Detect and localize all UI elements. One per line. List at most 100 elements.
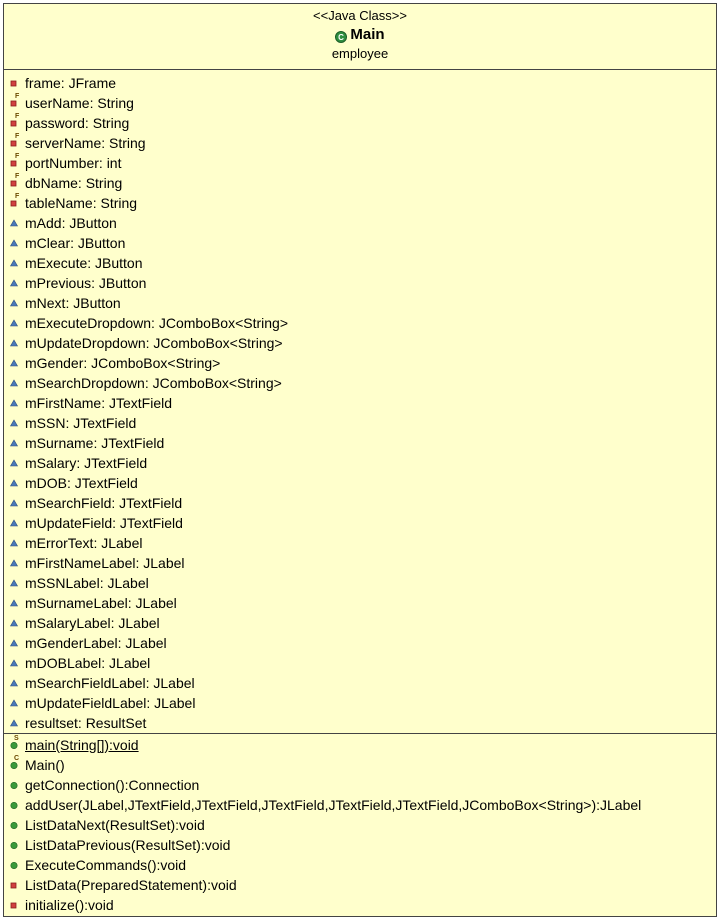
package-visibility-icon: [10, 277, 20, 289]
method-row: addUser(JLabel,JTextField,JTextField,JTe…: [4, 795, 716, 815]
package-visibility-icon: [10, 357, 20, 369]
field-row: FserverName: String: [4, 133, 716, 153]
final-marker-icon: F: [15, 113, 20, 120]
public-visibility-icon: [10, 839, 20, 851]
method-row: ListDataPrevious(ResultSet):void: [4, 835, 716, 855]
package-visibility-icon: [10, 217, 20, 229]
field-text: portNumber: int: [25, 155, 122, 171]
class-icon: C: [335, 29, 348, 43]
method-text: ListData(PreparedStatement):void: [25, 877, 237, 893]
private-visibility-icon: F: [10, 113, 20, 129]
field-row: FuserName: String: [4, 93, 716, 113]
field-text: mGenderLabel: JLabel: [25, 635, 167, 651]
field-text: mUpdateDropdown: JComboBox<String>: [25, 335, 283, 351]
class-header: <<Java Class>> C Main employee: [4, 4, 716, 70]
field-text: mNext: JButton: [25, 295, 121, 311]
package-visibility-icon: [10, 617, 20, 629]
field-row: mExecute: JButton: [4, 253, 716, 273]
field-row: mGender: JComboBox<String>: [4, 353, 716, 373]
package-visibility-icon: [10, 237, 20, 249]
method-text: Main(): [25, 757, 65, 773]
package-visibility-icon: [10, 557, 20, 569]
private-visibility-icon: [10, 879, 20, 891]
field-text: mAdd: JButton: [25, 215, 117, 231]
field-text: tableName: String: [25, 195, 138, 211]
package-visibility-icon: [10, 417, 20, 429]
method-row: getConnection():Connection: [4, 775, 716, 795]
field-text: mSalaryLabel: JLabel: [25, 615, 160, 631]
field-row: mFirstNameLabel: JLabel: [4, 553, 716, 573]
field-text: mDOBLabel: JLabel: [25, 655, 151, 671]
package-visibility-icon: [10, 497, 20, 509]
package-visibility-icon: [10, 697, 20, 709]
field-text: mSurnameLabel: JLabel: [25, 595, 177, 611]
field-text: mClear: JButton: [25, 235, 126, 251]
field-text: mSurname: JTextField: [25, 435, 165, 451]
field-row: mExecuteDropdown: JComboBox<String>: [4, 313, 716, 333]
field-row: mSalaryLabel: JLabel: [4, 613, 716, 633]
method-row: ListData(PreparedStatement):void: [4, 875, 716, 895]
package-visibility-icon: [10, 517, 20, 529]
field-row: mSearchField: JTextField: [4, 493, 716, 513]
field-row: mDOB: JTextField: [4, 473, 716, 493]
field-row: mSearchFieldLabel: JLabel: [4, 673, 716, 693]
field-row: mGenderLabel: JLabel: [4, 633, 716, 653]
class-package: employee: [331, 46, 389, 61]
field-text: mSearchFieldLabel: JLabel: [25, 675, 195, 691]
method-text: getConnection():Connection: [25, 777, 200, 793]
final-marker-icon: F: [15, 93, 20, 100]
constructor-marker-icon: C: [14, 755, 20, 762]
final-marker-icon: F: [15, 193, 20, 200]
field-row: FtableName: String: [4, 193, 716, 213]
class-stereotype: <<Java Class>>: [313, 8, 407, 23]
method-text: addUser(JLabel,JTextField,JTextField,JTe…: [25, 797, 642, 813]
package-visibility-icon: [10, 377, 20, 389]
methods-compartment: Smain(String[]):void C Main() getConnection…: [4, 734, 716, 915]
method-text: initialize():void: [25, 897, 114, 913]
field-row: resultset: ResultSet: [4, 713, 716, 733]
fields-compartment: frame: JFrame FuserName: String Fpassword:…: [4, 70, 716, 734]
field-text: mExecute: JButton: [25, 255, 143, 271]
package-visibility-icon: [10, 477, 20, 489]
method-row: initialize():void: [4, 895, 716, 915]
field-text: dbName: String: [25, 175, 123, 191]
method-text: ListDataPrevious(ResultSet):void: [25, 837, 231, 853]
private-visibility-icon: [10, 899, 20, 911]
field-text: mSearchDropdown: JComboBox<String>: [25, 375, 282, 391]
package-visibility-icon: [10, 437, 20, 449]
field-text: mErrorText: JLabel: [25, 535, 143, 551]
field-text: mPrevious: JButton: [25, 275, 147, 291]
package-visibility-icon: [10, 317, 20, 329]
field-text: serverName: String: [25, 135, 146, 151]
public-visibility-icon: [10, 799, 20, 811]
public-visibility-icon: [10, 859, 20, 871]
private-visibility-icon: F: [10, 153, 20, 169]
field-text: mUpdateFieldLabel: JLabel: [25, 695, 196, 711]
field-text: mSSN: JTextField: [25, 415, 137, 431]
package-visibility-icon: [10, 637, 20, 649]
uml-class-box: <<Java Class>> C Main employee frame: JF…: [3, 3, 717, 917]
field-text: frame: JFrame: [25, 75, 117, 91]
field-text: mFirstNameLabel: JLabel: [25, 555, 185, 571]
package-visibility-icon: [10, 597, 20, 609]
private-visibility-icon: F: [10, 133, 20, 149]
field-row: mUpdateDropdown: JComboBox<String>: [4, 333, 716, 353]
field-row: mUpdateField: JTextField: [4, 513, 716, 533]
public-visibility-icon: S: [10, 735, 20, 751]
field-text: mExecuteDropdown: JComboBox<String>: [25, 315, 289, 331]
package-visibility-icon: [10, 297, 20, 309]
field-text: mFirstName: JTextField: [25, 395, 173, 411]
class-name: Main: [350, 26, 385, 43]
method-text: main(String[]):void: [25, 737, 139, 753]
field-row: FdbName: String: [4, 173, 716, 193]
private-visibility-icon: F: [10, 93, 20, 109]
field-row: mClear: JButton: [4, 233, 716, 253]
field-row: mSalary: JTextField: [4, 453, 716, 473]
package-visibility-icon: [10, 397, 20, 409]
static-marker-icon: S: [14, 735, 19, 742]
field-row: mDOBLabel: JLabel: [4, 653, 716, 673]
field-row: mSearchDropdown: JComboBox<String>: [4, 373, 716, 393]
field-text: mSSNLabel: JLabel: [25, 575, 149, 591]
method-row: Smain(String[]):void: [4, 735, 716, 755]
package-visibility-icon: [10, 537, 20, 549]
